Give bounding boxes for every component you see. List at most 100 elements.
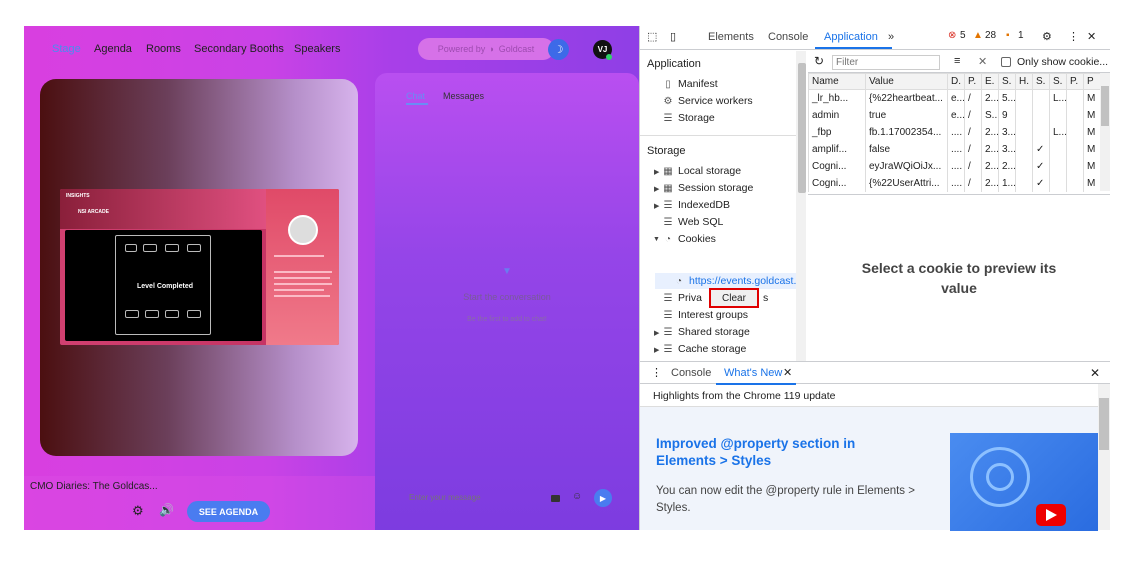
tab-messages[interactable]: Messages bbox=[443, 91, 484, 101]
youtube-play-icon[interactable] bbox=[1036, 504, 1066, 526]
sidebar-item-private-state-tokens[interactable]: ☰ Priva bbox=[661, 292, 702, 304]
settings-gear-icon[interactable]: ⚙ bbox=[132, 503, 144, 519]
column-header[interactable]: S. bbox=[998, 73, 1016, 90]
expand-arrow-icon[interactable]: ▶ bbox=[654, 202, 659, 210]
theme-toggle-moon-icon[interactable]: ☽ bbox=[548, 39, 569, 60]
sidebar-item-cookies[interactable]: ◔ Cookies bbox=[661, 233, 716, 245]
table-cell: 9 bbox=[998, 106, 1016, 124]
database-icon: ☰ bbox=[663, 344, 673, 355]
expand-arrow-icon[interactable]: ▶ bbox=[654, 168, 659, 176]
refresh-icon[interactable]: ↻ bbox=[814, 54, 824, 68]
expand-arrow-icon[interactable]: ▶ bbox=[654, 185, 659, 193]
issues-icon[interactable]: ▪ bbox=[1006, 30, 1010, 41]
tab-chat[interactable]: Chat bbox=[406, 91, 425, 101]
scrollbar-thumb[interactable] bbox=[1101, 86, 1109, 126]
gif-icon[interactable] bbox=[551, 495, 560, 502]
video-thumbnail[interactable] bbox=[950, 433, 1098, 531]
drawer-tab-console[interactable]: Console bbox=[671, 367, 711, 379]
emoji-icon[interactable]: ☺ bbox=[572, 491, 582, 502]
chat-message-input[interactable] bbox=[409, 493, 549, 502]
sidebar-item-storage[interactable]: ☰ Storage bbox=[661, 112, 715, 124]
collapse-arrow-icon[interactable]: ▼ bbox=[653, 236, 660, 243]
column-header[interactable]: Value bbox=[865, 73, 948, 90]
nav-speakers[interactable]: Speakers bbox=[294, 43, 340, 55]
warning-count: 28 bbox=[985, 30, 997, 41]
table-cell: admin bbox=[808, 106, 866, 124]
storage-heading: Storage bbox=[647, 145, 686, 157]
sidebar-item-shared-storage[interactable]: ☰ Shared storage bbox=[661, 326, 750, 338]
sidebar-item-cache-storage[interactable]: ☰ Cache storage bbox=[661, 343, 747, 355]
settings-gear-icon[interactable]: ⚙ bbox=[1042, 30, 1052, 43]
table-cell bbox=[1066, 174, 1084, 192]
sidebar-item-local-storage[interactable]: ▦ Local storage bbox=[661, 165, 741, 177]
table-row[interactable]: Cogni... {%22UserAttri......./2... 1... ✓ M bbox=[808, 174, 1101, 192]
column-header[interactable]: E. bbox=[981, 73, 999, 90]
document-icon: ▯ bbox=[665, 79, 671, 90]
context-menu-clear-item[interactable]: Clear bbox=[709, 288, 759, 308]
cookie-filter-bar: ↻ ≡ ✕ Only show cookie... bbox=[808, 51, 1110, 73]
column-header[interactable]: D. bbox=[947, 73, 965, 90]
close-drawer-icon[interactable]: ✕ bbox=[1090, 366, 1100, 380]
table-row[interactable]: Cogni... eyJraWQiOiJx......./2... 2... ✓ M bbox=[808, 157, 1101, 175]
sidebar-item-session-storage[interactable]: ▦ Session storage bbox=[661, 182, 753, 194]
tab-console[interactable]: Console bbox=[768, 31, 808, 43]
volume-icon[interactable]: 🔊 bbox=[159, 503, 174, 517]
column-header[interactable]: H. bbox=[1015, 73, 1033, 90]
application-sidebar: Application ▯ Manifest ⚙ Service workers ☰… bbox=[640, 51, 798, 361]
error-icon[interactable]: ⊗ bbox=[948, 30, 956, 41]
maze-block bbox=[165, 310, 179, 318]
table-cell: / bbox=[964, 174, 982, 192]
column-header[interactable]: S. bbox=[1049, 73, 1067, 90]
table-row[interactable]: amplif... false..../2... 3... ✓ M bbox=[808, 140, 1101, 158]
nav-secondary-booths[interactable]: Secondary Booths bbox=[194, 43, 284, 55]
more-options-icon[interactable]: ⋮ bbox=[1068, 30, 1079, 43]
only-show-checkbox[interactable] bbox=[1001, 57, 1011, 67]
column-header[interactable]: P. bbox=[964, 73, 982, 90]
column-header[interactable]: S. bbox=[1032, 73, 1050, 90]
see-agenda-button[interactable]: SEE AGENDA bbox=[187, 501, 270, 522]
sidebar-item-cookie-origin[interactable]: ◔ https://events.goldcast. bbox=[672, 275, 796, 287]
device-toolbar-icon[interactable]: ▯ bbox=[670, 30, 676, 43]
sidebar-item-indexeddb[interactable]: ☰ IndexedDB bbox=[661, 199, 730, 211]
tab-application[interactable]: Application bbox=[824, 31, 878, 43]
nav-rooms[interactable]: Rooms bbox=[146, 43, 181, 55]
more-tabs-icon[interactable]: » bbox=[888, 31, 894, 43]
clear-filtered-icon[interactable]: ≡ bbox=[954, 55, 960, 67]
drawer-menu-icon[interactable]: ⋮ bbox=[651, 366, 662, 379]
chat-empty-icon: ▼ bbox=[502, 266, 512, 277]
table-row[interactable]: _lr_hb... {%22heartbeat... e.../2... 5... L.… bbox=[808, 89, 1101, 107]
sidebar-item-service-workers[interactable]: ⚙ Service workers bbox=[661, 95, 753, 107]
powered-by-badge[interactable]: Powered by ◗ Goldcast bbox=[418, 38, 554, 60]
only-show-label: Only show cookie... bbox=[1017, 56, 1109, 68]
close-tab-icon[interactable]: ✕ bbox=[783, 366, 792, 379]
table-cell: 5... bbox=[998, 89, 1016, 107]
drawer-tab-whats-new[interactable]: What's New bbox=[724, 367, 782, 379]
nav-stage[interactable]: Stage bbox=[52, 43, 81, 55]
sidebar-item-interest-groups[interactable]: ☰ Interest groups bbox=[661, 309, 749, 321]
inspect-element-icon[interactable]: ⬚ bbox=[647, 30, 657, 43]
delete-selected-icon[interactable]: ✕ bbox=[978, 55, 987, 68]
warning-icon[interactable]: ▲ bbox=[973, 30, 983, 41]
table-row[interactable]: admintruee.../S...9 M bbox=[808, 106, 1101, 124]
column-header[interactable]: P bbox=[1083, 73, 1101, 90]
scrollbar-thumb[interactable] bbox=[1099, 398, 1109, 450]
expand-arrow-icon[interactable]: ▶ bbox=[654, 329, 659, 337]
sidebar-item-manifest[interactable]: ▯ Manifest bbox=[661, 78, 717, 90]
close-devtools-icon[interactable]: ✕ bbox=[1087, 30, 1096, 43]
column-header[interactable]: P. bbox=[1066, 73, 1084, 90]
sidebar-item-label: Web SQL bbox=[678, 216, 724, 228]
sidebar-item-web-sql[interactable]: ☰ Web SQL bbox=[661, 216, 724, 228]
table-cell: _fbp bbox=[808, 123, 866, 141]
tab-elements[interactable]: Elements bbox=[708, 31, 754, 43]
expand-arrow-icon[interactable]: ▶ bbox=[654, 346, 659, 354]
filter-input[interactable] bbox=[832, 55, 940, 70]
whats-new-title-link[interactable]: Improved @property section in Elements >… bbox=[656, 435, 886, 469]
column-header[interactable]: Name bbox=[808, 73, 866, 90]
table-cell: / bbox=[964, 106, 982, 124]
send-button[interactable]: ▶ bbox=[594, 489, 612, 507]
table-cell: M bbox=[1083, 89, 1101, 107]
table-row[interactable]: _fbp fb.1.17002354......./2... 3... L... M bbox=[808, 123, 1101, 141]
database-icon: ☰ bbox=[663, 310, 673, 321]
scrollbar-thumb[interactable] bbox=[798, 63, 806, 193]
nav-agenda[interactable]: Agenda bbox=[94, 43, 132, 55]
